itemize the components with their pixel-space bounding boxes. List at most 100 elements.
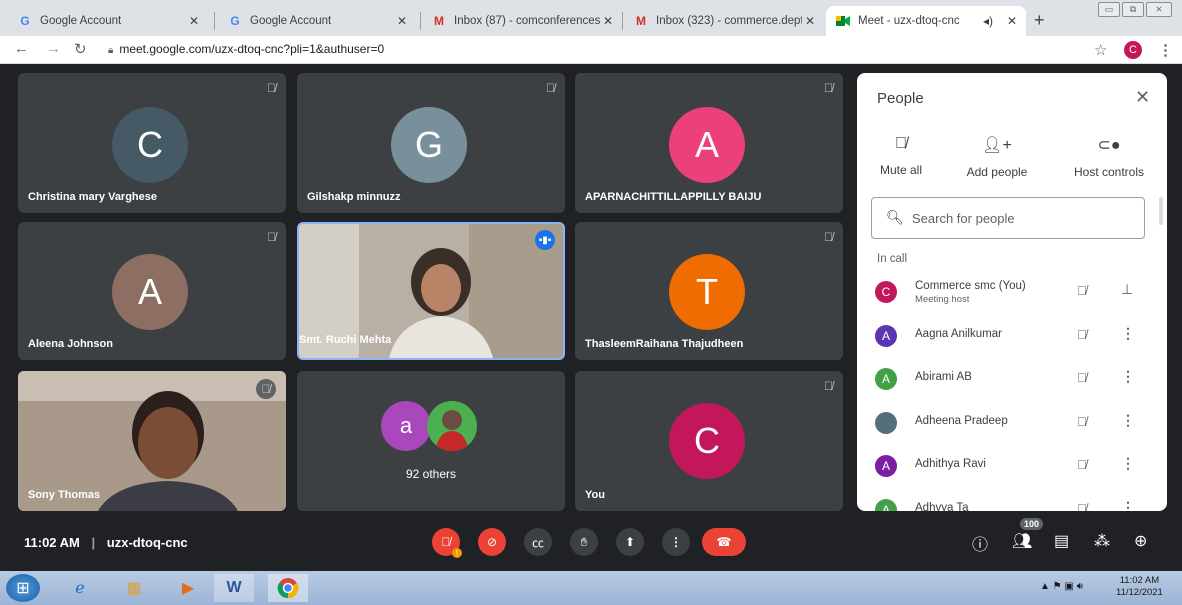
- bookmark-star-icon[interactable]: ☆: [1094, 41, 1107, 59]
- mic-toggle-button[interactable]: 🎙̸!: [432, 528, 462, 558]
- media-player-icon[interactable]: ▶: [168, 574, 208, 602]
- close-window-icon[interactable]: ⨯: [1146, 2, 1172, 17]
- activities-icon[interactable]: ⁂: [1094, 531, 1110, 551]
- more-options-icon[interactable]: ⋮: [1121, 455, 1135, 472]
- back-icon[interactable]: ←: [14, 40, 29, 57]
- tab-title: Inbox (87) - comconferencesmc: [454, 15, 600, 27]
- participant-tile[interactable]: 🎙̸ A APARNACHITTILLAPPILLY BAIJU: [575, 73, 843, 213]
- profile-avatar[interactable]: C: [1124, 41, 1142, 59]
- people-icon[interactable]: 👥︎: [1012, 531, 1032, 551]
- clock[interactable]: 11:02 AM 11/12/2021: [1116, 575, 1163, 599]
- participant-name: Sony Thomas: [28, 489, 101, 501]
- participant-tile[interactable]: 🎙̸ C Christina mary Varghese: [18, 73, 286, 213]
- host-controls-button[interactable]: ⊂● Host controls: [1061, 135, 1157, 179]
- maximize-icon[interactable]: ⧉: [1122, 2, 1144, 17]
- mic-off-icon[interactable]: 🎙̸: [1077, 327, 1087, 342]
- close-tab-icon[interactable]: ✕: [1004, 14, 1020, 28]
- close-icon[interactable]: ✕: [1135, 87, 1150, 108]
- internet-explorer-icon[interactable]: ℯ: [60, 574, 100, 602]
- clock-date: 11/12/2021: [1116, 587, 1163, 598]
- raise-hand-button[interactable]: ✋︎: [570, 528, 598, 556]
- more-options-icon[interactable]: ⋮: [1121, 499, 1135, 511]
- clock-time: 11:02 AM: [1119, 575, 1160, 586]
- more-options-icon[interactable]: ⋮: [1121, 325, 1135, 342]
- url-field[interactable]: 🔒︎ meet.google.com/uzx-dtoq-cnc?pli=1&aut…: [108, 42, 384, 56]
- info-icon[interactable]: ⓘ: [972, 531, 988, 555]
- list-item[interactable]: A Abirami AB 🎙̸ ⋮: [857, 360, 1157, 400]
- list-item[interactable]: Adheena Pradeep 🎙̸ ⋮: [857, 404, 1157, 444]
- audio-playing-icon: ◂): [982, 14, 994, 28]
- add-people-button[interactable]: 👤︎+ Add people: [957, 135, 1037, 179]
- mic-off-icon[interactable]: 🎙̸: [1077, 501, 1087, 511]
- participant-tile[interactable]: 🎙̸ T ThasleemRaihana Thajudheen: [575, 222, 843, 360]
- participant-video-tile[interactable]: 🎙̸ Sony Thomas: [18, 371, 286, 511]
- leave-call-button[interactable]: ☎: [702, 528, 746, 556]
- scrollbar[interactable]: [1159, 197, 1163, 225]
- more-options-button[interactable]: ⋮: [662, 528, 690, 556]
- reload-icon[interactable]: ↻: [74, 40, 87, 58]
- captions-button[interactable]: ㏄: [524, 528, 552, 556]
- close-tab-icon[interactable]: ✕: [394, 14, 410, 28]
- participant-video-tile[interactable]: ▪▮▪ Smt. Ruchi Mehta: [297, 222, 565, 360]
- participant-tile[interactable]: 🎙̸ A Aleena Johnson: [18, 222, 286, 360]
- close-tab-icon[interactable]: ✕: [186, 14, 202, 28]
- person-name: Abirami AB: [915, 371, 972, 383]
- add-people-label: Add people: [966, 165, 1028, 179]
- mute-all-button[interactable]: 🎙̸ Mute all: [871, 135, 931, 177]
- windows-taskbar: ⊞ ℯ ▦ ▶ W ▲ ⚑ ▣ 🔊︎ 11:02 AM 11/12/2021: [0, 571, 1182, 605]
- others-count: 92 others: [405, 467, 457, 481]
- forward-icon[interactable]: →: [46, 40, 61, 57]
- chrome-icon[interactable]: [268, 574, 308, 602]
- browser-tab-bar: G Google Account ✕ G Google Account ✕ M …: [0, 0, 1182, 36]
- mute-all-label: Mute all: [879, 163, 923, 177]
- present-button[interactable]: ⬆: [616, 528, 644, 556]
- mic-off-icon[interactable]: 🎙̸: [1077, 414, 1087, 429]
- camera-toggle-button[interactable]: ⊘: [478, 528, 506, 556]
- file-explorer-icon[interactable]: ▦: [114, 574, 154, 602]
- start-icon[interactable]: ⊞: [6, 574, 40, 602]
- participant-name: Smt. Ruchi Mehta: [299, 334, 392, 346]
- word-icon[interactable]: W: [214, 574, 254, 602]
- tab-gmail-1[interactable]: M Inbox (87) - comconferencesmc ✕: [422, 6, 622, 36]
- mic-off-icon: 🎙̸: [824, 81, 833, 95]
- chat-icon[interactable]: ▤: [1054, 531, 1069, 551]
- close-tab-icon[interactable]: ✕: [600, 14, 616, 28]
- others-tile[interactable]: a 92 others: [297, 371, 565, 511]
- search-placeholder: Search for people: [912, 211, 1015, 226]
- avatar: A: [669, 107, 745, 183]
- list-item[interactable]: A Adhithya Ravi 🎙̸ ⋮: [857, 447, 1157, 487]
- participant-name: You: [585, 489, 605, 501]
- mic-off-icon[interactable]: 🎙̸: [1077, 370, 1087, 385]
- person-name: Adheena Pradeep: [915, 415, 1008, 427]
- section-label: In call: [877, 253, 908, 265]
- pin-icon[interactable]: ⊥: [1121, 281, 1133, 298]
- list-item[interactable]: A Aagna Anilkumar 🎙̸ ⋮: [857, 317, 1157, 357]
- avatar: C: [112, 107, 188, 183]
- search-input[interactable]: 🔍︎ Search for people: [871, 197, 1145, 239]
- tab-google-account-1[interactable]: G Google Account ✕: [8, 6, 208, 36]
- avatar: T: [669, 254, 745, 330]
- mic-off-icon[interactable]: 🎙̸: [1077, 457, 1087, 472]
- tab-separator: [214, 12, 215, 30]
- menu-icon[interactable]: ⋮: [1158, 41, 1173, 59]
- close-tab-icon[interactable]: ✕: [802, 14, 818, 28]
- tab-gmail-2[interactable]: M Inbox (323) - commerce.dept@ ✕: [624, 6, 824, 36]
- host-controls-icon[interactable]: ⊕: [1134, 531, 1147, 551]
- minimize-icon[interactable]: ▭: [1098, 2, 1120, 17]
- list-item[interactable]: A Adhvya Ta 🎙̸ ⋮: [857, 491, 1157, 511]
- mic-off-icon[interactable]: 🎙̸: [1077, 283, 1087, 298]
- tab-separator: [420, 12, 421, 30]
- tab-google-account-2[interactable]: G Google Account ✕: [218, 6, 416, 36]
- more-options-icon[interactable]: ⋮: [1121, 412, 1135, 429]
- mic-off-icon: 🎙̸: [267, 230, 276, 244]
- more-options-icon[interactable]: ⋮: [1121, 368, 1135, 385]
- self-tile[interactable]: 🎙̸ C You: [575, 371, 843, 511]
- google-icon: G: [230, 14, 240, 28]
- avatar-photo: [875, 412, 897, 434]
- tray-icons[interactable]: ▲ ⚑ ▣ 🔊︎: [1040, 581, 1083, 592]
- participant-name: Aleena Johnson: [28, 338, 113, 350]
- tab-meet[interactable]: Meet - uzx-dtoq-cnc ◂) ✕: [826, 6, 1026, 36]
- participant-tile[interactable]: 🎙̸ G Gilshakp minnuzz: [297, 73, 565, 213]
- list-item[interactable]: C Commerce smc (You) Meeting host 🎙̸ ⊥: [857, 273, 1157, 313]
- new-tab-icon[interactable]: +: [1034, 10, 1045, 31]
